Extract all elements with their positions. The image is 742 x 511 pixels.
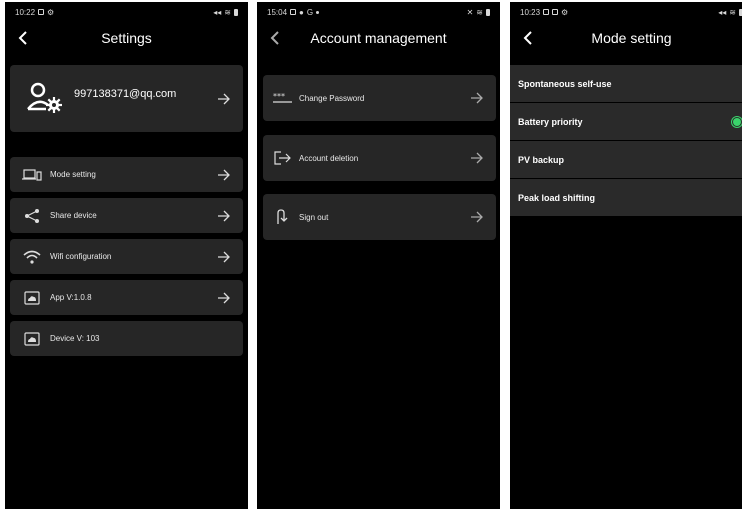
mode-option-spontaneous[interactable]: Spontaneous self-use — [510, 65, 742, 102]
header: Account management — [257, 22, 500, 54]
arrow-right-icon — [217, 251, 231, 263]
devices-icon — [22, 167, 42, 183]
mode-label: Peak load shifting — [518, 192, 596, 203]
mode-option-battery-priority[interactable]: Battery priority — [510, 103, 742, 140]
account-card[interactable]: 997138371@qq.com — [10, 65, 243, 132]
back-arrow-icon — [523, 31, 532, 45]
back-button[interactable] — [519, 28, 537, 48]
user-settings-icon — [26, 81, 64, 117]
settings-item-label: Wifi configuration — [50, 252, 112, 261]
page-title: Account management — [310, 30, 447, 46]
arrow-right-icon — [217, 292, 231, 304]
arrow-right-icon — [470, 211, 484, 223]
arrow-right-icon — [217, 210, 231, 222]
settings-screen: 10:22 ⚙ ◂◂ ≋ Settings 997138371@qq.com M… — [5, 2, 248, 509]
password-icon: *** — [273, 90, 293, 106]
settings-item-label: Mode setting — [50, 170, 96, 179]
mode-label: Battery priority — [518, 116, 583, 127]
settings-item-share[interactable]: Share device — [10, 198, 243, 233]
mode-label: PV backup — [518, 154, 565, 165]
mode-setting-screen: 10:23 ⚙ ◂◂ ≋ Mode setting Spontaneous self… — [510, 2, 742, 509]
wifi-icon — [22, 249, 42, 265]
settings-item-label: App V:1.0.8 — [50, 293, 92, 302]
back-button[interactable] — [14, 28, 32, 48]
settings-item-label: Share device — [50, 211, 97, 220]
settings-item-app-version[interactable]: App V:1.0.8 — [10, 280, 243, 315]
header: Mode setting — [510, 22, 742, 54]
status-time: 10:22 — [15, 7, 36, 17]
account-management-screen: 15:04 ● G ✕ ≋ Account management *** Change… — [257, 2, 500, 509]
mode-option-pv-backup[interactable]: PV backup — [510, 141, 742, 178]
settings-item-mode[interactable]: Mode setting — [10, 157, 243, 192]
sign-out-icon — [273, 209, 293, 225]
status-bar: 15:04 ● G ✕ ≋ — [257, 2, 500, 22]
account-item-label: Change Password — [299, 93, 365, 103]
mode-label: Spontaneous self-use — [518, 78, 612, 89]
cloud-icon — [22, 331, 42, 347]
back-arrow-icon — [18, 31, 27, 45]
account-item-label: Sign out — [299, 212, 329, 222]
settings-item-device-version: Device V: 103 — [10, 321, 243, 356]
page-title: Mode setting — [591, 30, 672, 46]
account-item-deletion[interactable]: Account deletion — [263, 135, 496, 181]
page-title: Settings — [101, 30, 152, 46]
arrow-right-icon — [217, 93, 231, 105]
arrow-right-icon — [470, 152, 484, 164]
status-bar: 10:23 ⚙ ◂◂ ≋ — [510, 2, 742, 22]
status-bar: 10:22 ⚙ ◂◂ ≋ — [5, 2, 248, 22]
settings-item-wifi[interactable]: Wifi configuration — [10, 239, 243, 274]
account-email: 997138371@qq.com — [74, 87, 177, 100]
mode-option-peak-load[interactable]: Peak load shifting — [510, 179, 742, 216]
account-item-sign-out[interactable]: Sign out — [263, 194, 496, 240]
header: Settings — [5, 22, 248, 54]
share-icon — [22, 208, 42, 224]
status-time: 15:04 — [267, 7, 288, 17]
selected-radio-icon[interactable] — [731, 115, 742, 128]
account-item-label: Account deletion — [299, 153, 359, 163]
back-button[interactable] — [266, 28, 284, 48]
back-arrow-icon — [270, 31, 279, 45]
status-time: 10:23 — [520, 7, 541, 17]
svg-text:***: *** — [273, 93, 285, 101]
account-item-change-password[interactable]: *** Change Password — [263, 75, 496, 121]
cloud-icon — [22, 290, 42, 306]
settings-item-label: Device V: 103 — [50, 334, 100, 343]
logout-icon — [273, 150, 293, 166]
arrow-right-icon — [217, 169, 231, 181]
arrow-right-icon — [470, 92, 484, 104]
